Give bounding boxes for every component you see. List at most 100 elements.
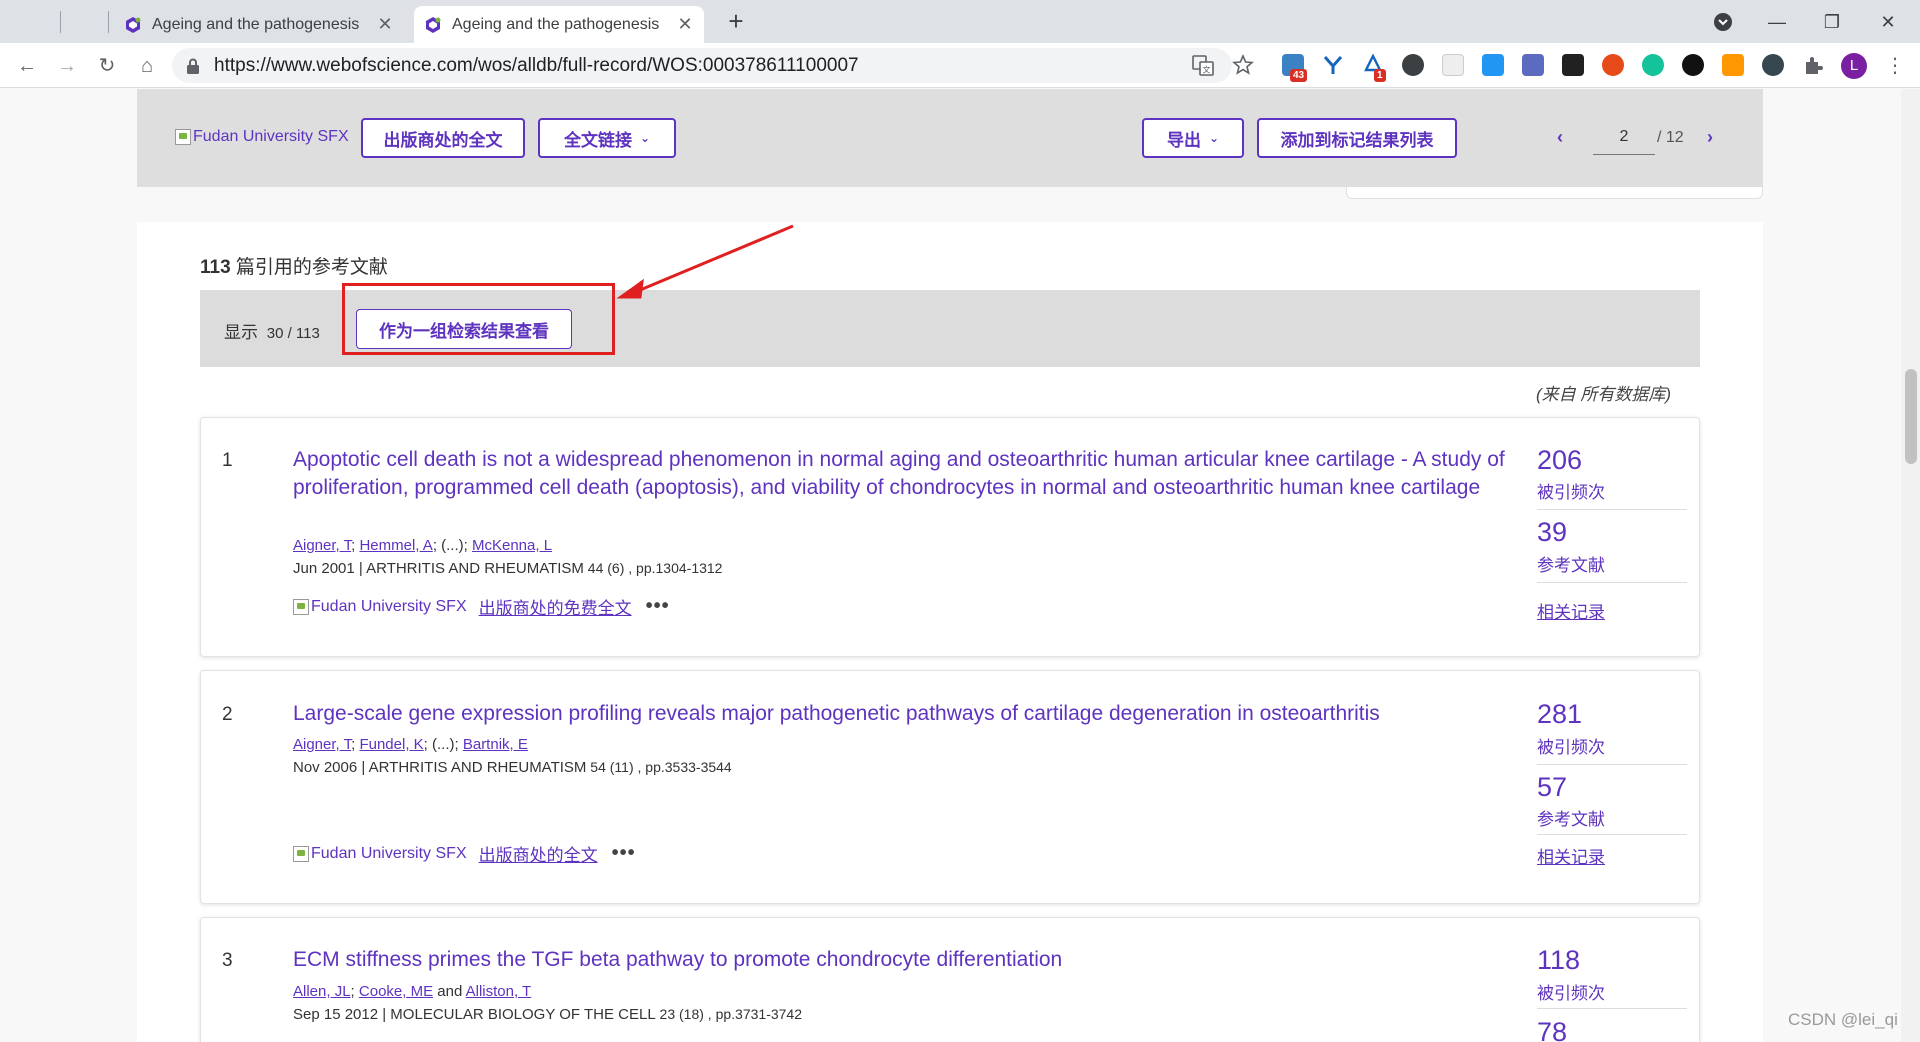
record-source: Nov 2006 | ARTHRITIS AND RHEUMATISM 54 (…: [293, 759, 732, 776]
reload-icon[interactable]: ↻: [92, 51, 122, 81]
record-date-journal: Nov 2006 | ARTHRITIS AND RHEUMATISM: [293, 759, 587, 776]
back-icon[interactable]: ←: [12, 51, 42, 81]
previous-page-icon[interactable]: ‹: [1557, 127, 1563, 148]
author-link[interactable]: Cooke, ME: [359, 983, 433, 1000]
times-cited-count[interactable]: 118: [1537, 945, 1580, 976]
page-number-input[interactable]: 2: [1593, 119, 1655, 155]
references-label: 参考文献: [1537, 810, 1605, 829]
window-close-icon[interactable]: ✕: [1874, 8, 1902, 36]
tab-ageing-1[interactable]: Ageing and the pathogenesis ✕: [114, 6, 404, 43]
author-link[interactable]: Fundel, K: [359, 736, 423, 753]
export-dropdown[interactable]: 导出 ⌄: [1142, 118, 1244, 158]
close-icon[interactable]: ✕: [376, 14, 394, 35]
record-card: [200, 917, 1700, 1042]
sfx-alt-text: Fudan University SFX: [311, 844, 467, 862]
more-options-icon[interactable]: •••: [646, 595, 670, 618]
references-count-link[interactable]: 39: [1537, 517, 1567, 548]
page-total: / 12: [1657, 129, 1684, 146]
sfx-image-link[interactable]: Fudan University SFX: [175, 128, 349, 146]
extension-y-icon[interactable]: [1322, 54, 1344, 76]
restore-icon[interactable]: ❐: [1818, 8, 1846, 36]
extension-doc-icon[interactable]: [1442, 54, 1464, 76]
extension-fox-icon[interactable]: [1722, 54, 1744, 76]
add-to-marked-list-button[interactable]: 添加到标记结果列表: [1257, 118, 1457, 158]
references-label: 参考文献: [1537, 556, 1605, 575]
extensions-puzzle-icon[interactable]: [1802, 54, 1824, 76]
record-authors: Aigner, T; Fundel, K; (...); Bartnik, E: [293, 736, 528, 753]
sfx-image-link[interactable]: Fudan University SFX: [293, 598, 467, 616]
extension-tv-icon[interactable]: [1562, 54, 1584, 76]
scrollbar-thumb[interactable]: [1905, 369, 1917, 464]
times-cited-label: 被引频次: [1537, 483, 1605, 502]
record-links: Fudan University SFX 出版商处的免费全文 •••: [293, 594, 670, 619]
page-scrollbar[interactable]: [1901, 89, 1920, 1042]
extension-weibo-icon[interactable]: [1602, 54, 1624, 76]
author-ellipsis: ; (...);: [432, 537, 472, 554]
extension-clock-icon[interactable]: [1402, 54, 1424, 76]
url-text: https://www.webofscience.com/wos/alldb/f…: [214, 54, 859, 76]
record-date-journal: Sep 15 2012 | MOLECULAR BIOLOGY OF THE C…: [293, 1006, 656, 1023]
clarivate-favicon-icon: [426, 16, 441, 33]
tab-separator: [108, 11, 109, 33]
address-bar[interactable]: https://www.webofscience.com/wos/alldb/f…: [172, 48, 1232, 83]
dropdown-edge: [1346, 187, 1763, 199]
close-icon[interactable]: ✕: [676, 14, 694, 35]
related-records-link[interactable]: 相关记录: [1537, 598, 1605, 623]
more-options-icon[interactable]: •••: [612, 842, 636, 865]
translate-icon[interactable]: 文: [1191, 53, 1215, 77]
publisher-fulltext-button[interactable]: 出版商处的全文: [361, 118, 525, 158]
author-link[interactable]: Hemmel, A: [359, 537, 432, 554]
times-cited-count[interactable]: 206: [1537, 445, 1582, 476]
tab-separator: [60, 11, 61, 33]
showing-count: 显示 30 / 113: [224, 318, 320, 343]
sfx-image-link[interactable]: Fudan University SFX: [293, 845, 467, 863]
clarivate-favicon-icon: [126, 16, 141, 33]
profile-avatar[interactable]: L: [1841, 53, 1867, 79]
tab-ageing-2-active[interactable]: Ageing and the pathogenesis ✕: [414, 6, 704, 43]
watermark-text: CSDN @lei_qi: [1788, 1010, 1898, 1029]
author-link[interactable]: Allen, JL: [293, 983, 351, 1000]
extension-infinity-icon[interactable]: [1682, 54, 1704, 76]
author-link[interactable]: Aigner, T: [293, 537, 351, 554]
record-authors: Allen, JL; Cooke, ME and Alliston, T: [293, 983, 532, 1000]
button-label: 添加到标记结果列表: [1280, 130, 1434, 150]
tab-title: Ageing and the pathogenesis: [452, 15, 660, 33]
related-records-link[interactable]: 相关记录: [1537, 843, 1605, 868]
record-number: 2: [222, 704, 233, 725]
extension-gear-icon[interactable]: [1762, 54, 1784, 76]
more-menu-icon[interactable]: ⋮: [1880, 51, 1910, 81]
author-link[interactable]: Aigner, T: [293, 736, 351, 753]
bookmark-star-icon[interactable]: [1231, 53, 1255, 77]
show-value: 30 / 113: [266, 325, 320, 342]
tab-search-icon[interactable]: [1709, 8, 1737, 36]
next-page-icon[interactable]: ›: [1707, 127, 1713, 148]
annotation-highlight-box: [342, 283, 615, 355]
free-fulltext-link[interactable]: 出版商处的免费全文: [479, 594, 632, 619]
record-title-link[interactable]: Apoptotic cell death is not a widespread…: [293, 446, 1508, 502]
record-volume: 54 (11) , pp.3533-3544: [586, 759, 732, 775]
tab-title: Ageing and the pathogenesis: [152, 15, 360, 33]
source-note: (来自 所有数据库): [1536, 385, 1672, 404]
new-tab-button[interactable]: +: [722, 8, 750, 36]
extension-folder-icon[interactable]: [1482, 54, 1504, 76]
broken-image-icon: [175, 129, 191, 145]
record-volume: 44 (6) , pp.1304-1312: [583, 560, 723, 576]
record-title-link[interactable]: ECM stiffness primes the TGF beta pathwa…: [293, 946, 1508, 974]
home-icon[interactable]: ⌂: [132, 51, 162, 81]
publisher-fulltext-link[interactable]: 出版商处的全文: [479, 841, 598, 866]
fulltext-links-dropdown[interactable]: 全文链接 ⌄: [538, 118, 676, 158]
extension-star-box-icon[interactable]: [1522, 54, 1544, 76]
extension-grammarly-icon[interactable]: [1642, 54, 1664, 76]
record-source: Sep 15 2012 | MOLECULAR BIOLOGY OF THE C…: [293, 1006, 802, 1023]
record-title-link[interactable]: Large-scale gene expression profiling re…: [293, 700, 1508, 728]
times-cited-count[interactable]: 281: [1537, 699, 1582, 730]
forward-icon[interactable]: →: [52, 51, 82, 81]
author-link[interactable]: Alliston, T: [466, 983, 532, 1000]
minimize-icon[interactable]: —: [1763, 8, 1791, 36]
references-count-link[interactable]: 78: [1537, 1017, 1567, 1042]
references-count-link[interactable]: 57: [1537, 772, 1567, 803]
author-link[interactable]: McKenna, L: [472, 537, 552, 554]
button-label: 全文链接: [563, 130, 632, 150]
sfx-alt-text: Fudan University SFX: [311, 597, 467, 615]
author-link[interactable]: Bartnik, E: [463, 736, 528, 753]
